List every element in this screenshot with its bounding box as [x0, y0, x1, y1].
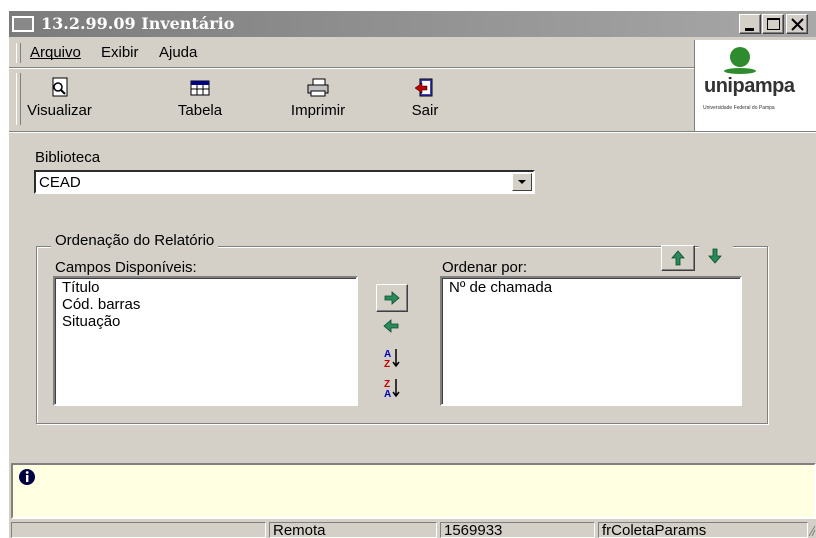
- visualizar-button[interactable]: Visualizar: [22, 77, 97, 119]
- arrow-up-icon: [671, 250, 685, 266]
- info-icon: [19, 469, 35, 485]
- imprimir-button[interactable]: Imprimir: [283, 77, 353, 119]
- sort-ascending-button[interactable]: A Z: [376, 345, 408, 373]
- menu-ajuda[interactable]: Ajuda: [159, 44, 197, 61]
- maximize-button[interactable]: [762, 14, 784, 34]
- move-up-button[interactable]: [661, 245, 695, 271]
- imprimir-label: Imprimir: [290, 102, 346, 119]
- sair-label: Sair: [411, 102, 439, 119]
- logo-subtitle: Universidade Federal do Pampa: [703, 105, 775, 111]
- list-item[interactable]: Nº de chamada: [449, 279, 552, 296]
- menu-exibir-label: Exibir: [101, 44, 139, 61]
- minimize-button[interactable]: [739, 14, 761, 34]
- main-window: 13.2.99.09 Inventário Arquivo Exibir Aju…: [9, 11, 816, 538]
- menu-arquivo[interactable]: Arquivo: [30, 44, 81, 61]
- campos-disponiveis-list[interactable]: Título Cód. barras Situação: [53, 276, 358, 406]
- unipampa-logo: unipampa Universidade Federal do Pampa: [694, 40, 816, 131]
- preview-icon: [52, 77, 67, 97]
- sort-az-icon: A Z: [384, 349, 400, 370]
- maximize-icon: [767, 18, 780, 30]
- window-title: 13.2.99.09 Inventário: [41, 14, 235, 33]
- exit-door-icon: [414, 78, 433, 97]
- app-icon: [12, 16, 34, 32]
- info-panel: [11, 463, 816, 519]
- status-bar: Remota 1569933 frColetaParams: [9, 522, 816, 538]
- move-down-button[interactable]: [699, 245, 733, 271]
- chevron-down-icon: [518, 180, 526, 184]
- ordenacao-title: Ordenação do Relatório: [51, 232, 219, 249]
- sair-button[interactable]: Sair: [405, 77, 445, 119]
- ordenar-por-list[interactable]: Nº de chamada: [440, 276, 742, 406]
- toolbar: Visualizar Tabela Imprimir Sair: [9, 69, 694, 131]
- visualizar-label: Visualizar: [27, 102, 92, 119]
- toolbar-grip[interactable]: [16, 73, 21, 125]
- table-icon: [190, 80, 210, 96]
- sort-za-icon: Z A: [384, 379, 400, 400]
- menu-arquivo-label: Arquivo: [30, 44, 81, 61]
- status-panel-form: frColetaParams: [598, 522, 808, 538]
- status-panel-connection: Remota: [269, 522, 437, 538]
- tabela-button[interactable]: Tabela: [165, 77, 235, 119]
- arrow-down-icon: [708, 248, 722, 264]
- biblioteca-value: CEAD: [39, 174, 81, 191]
- add-field-button[interactable]: [376, 284, 408, 312]
- list-item[interactable]: Cód. barras: [62, 296, 140, 313]
- logo-name: unipampa: [704, 75, 795, 97]
- menu-grip[interactable]: [16, 43, 21, 63]
- status-panel-id: 1569933: [440, 522, 595, 538]
- menu-ajuda-label: Ajuda: [159, 44, 198, 61]
- tree-icon: [724, 47, 756, 74]
- sort-descending-button[interactable]: Z A: [376, 375, 408, 403]
- biblioteca-dropdown-button[interactable]: [512, 173, 532, 191]
- menu-bar: Arquivo Exibir Ajuda: [9, 40, 694, 66]
- arrow-right-icon: [384, 291, 400, 305]
- tabela-label: Tabela: [177, 102, 223, 119]
- biblioteca-label: Biblioteca: [35, 149, 101, 166]
- close-button[interactable]: [786, 14, 808, 34]
- ordenar-por-label: Ordenar por:: [442, 259, 528, 276]
- biblioteca-select[interactable]: CEAD: [34, 170, 535, 194]
- arrow-left-icon: [383, 319, 399, 333]
- remove-field-button[interactable]: [376, 313, 408, 341]
- svg-text:Z: Z: [384, 359, 390, 370]
- close-icon: [791, 18, 804, 31]
- title-bar[interactable]: 13.2.99.09 Inventário: [9, 11, 816, 37]
- campos-disponiveis-label: Campos Disponíveis:: [55, 259, 197, 276]
- minimize-icon: [745, 28, 754, 31]
- status-panel-1: [11, 522, 266, 538]
- resize-grip-icon[interactable]: [806, 523, 816, 537]
- menu-exibir[interactable]: Exibir: [101, 44, 139, 61]
- toolbar-separator: [9, 131, 816, 133]
- svg-text:A: A: [384, 389, 391, 400]
- printer-icon: [307, 78, 329, 97]
- list-item[interactable]: Título: [62, 279, 100, 296]
- list-item[interactable]: Situação: [62, 313, 120, 330]
